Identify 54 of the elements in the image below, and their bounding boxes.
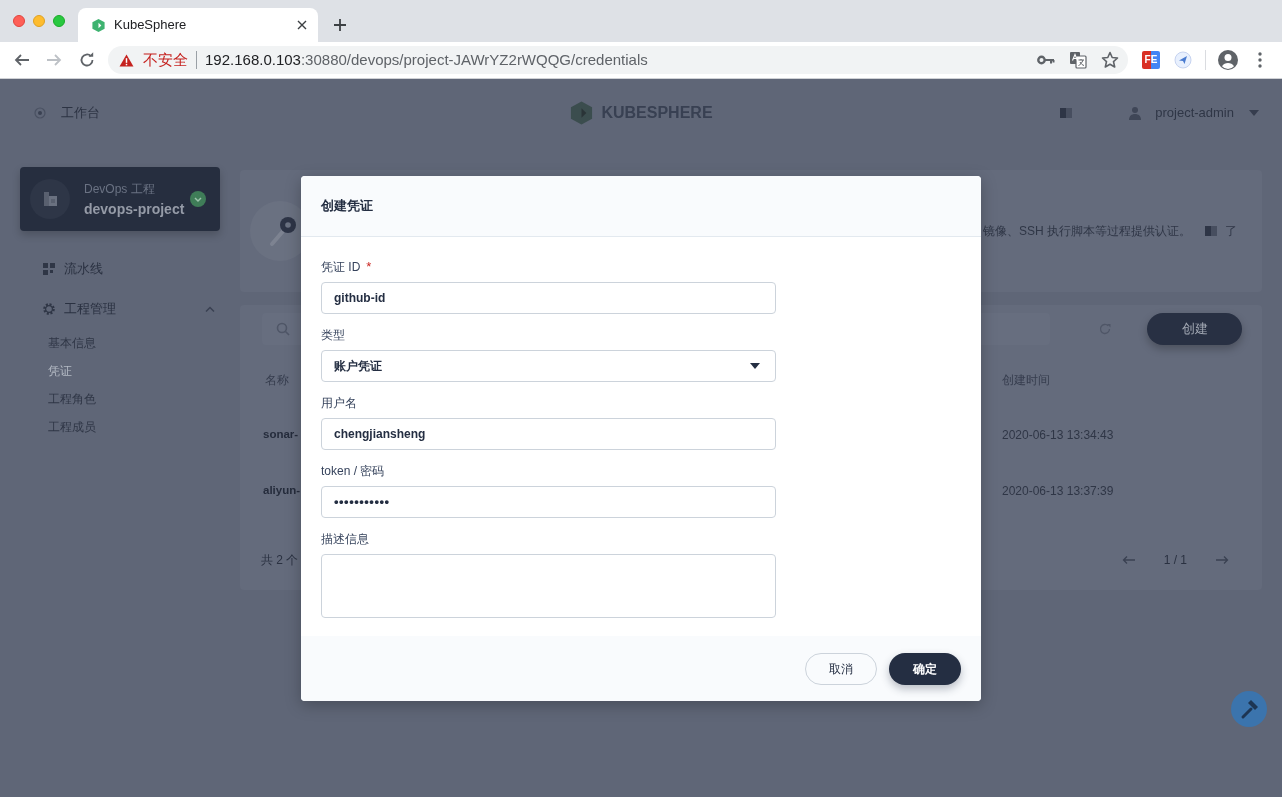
required-mark: * xyxy=(366,258,372,277)
building-icon xyxy=(30,179,70,219)
confirm-button[interactable]: 确定 xyxy=(889,652,961,685)
paper-plane-icon[interactable] xyxy=(1174,51,1192,69)
cancel-button[interactable]: 取消 xyxy=(805,652,877,685)
key-icon[interactable] xyxy=(1037,55,1055,65)
browser-tab[interactable]: KubeSphere xyxy=(78,8,318,42)
sidebar-subitem[interactable]: 凭证 xyxy=(48,362,72,380)
gear-icon xyxy=(43,303,55,315)
chevron-down-circle-icon[interactable] xyxy=(190,191,206,207)
field-label: token / 密码 xyxy=(321,463,385,480)
maximize-window-icon[interactable] xyxy=(53,15,65,27)
field-label: 凭证 ID xyxy=(321,259,361,276)
translate-icon[interactable] xyxy=(1069,51,1087,69)
table-cell-text: sonar- xyxy=(263,427,299,443)
hexagon-logo-icon xyxy=(91,17,106,33)
text-input-field[interactable]: chengjiansheng xyxy=(321,418,776,450)
split-square-icon[interactable] xyxy=(1060,107,1073,119)
table-cell-text: aliyun- xyxy=(263,483,301,499)
text-input-field[interactable]: github-id xyxy=(321,282,776,314)
search-icon xyxy=(276,322,290,336)
star-icon[interactable] xyxy=(1101,51,1119,69)
password-field[interactable]: ••••••••••• xyxy=(321,486,776,518)
create-button[interactable]: 创建 xyxy=(1147,313,1242,345)
close-icon[interactable] xyxy=(297,20,307,30)
security-warning-label[interactable]: 不安全 xyxy=(143,48,188,72)
page-indicator: 1 / 1 xyxy=(1163,552,1187,569)
user-avatar-icon[interactable] xyxy=(1217,49,1239,71)
extension-button[interactable]: FE xyxy=(1142,51,1160,69)
dialog-title: 创建凭证 xyxy=(321,197,373,216)
field-label: 类型 xyxy=(321,327,345,344)
forward-icon xyxy=(46,52,62,68)
url-text: 192.168.0.103:30880/devops/project-JAWrYZ2rWQQG/credentials xyxy=(205,49,648,70)
textarea-field[interactable] xyxy=(321,554,776,618)
split-square-icon xyxy=(1205,225,1217,237)
hexagon-logo-icon xyxy=(569,100,595,126)
close-window-icon[interactable] xyxy=(13,15,25,27)
warning-icon xyxy=(119,53,134,67)
caret-down-icon xyxy=(750,363,760,369)
project-card[interactable]: DevOps 工程 devops-project xyxy=(20,167,220,231)
circle-dot-icon xyxy=(34,107,46,119)
address-bar[interactable]: 不安全 192.168.0.103:30880/devops/project-JAWrYZ2rWQQG/credentials xyxy=(108,46,1128,74)
project-type-label: DevOps 工程 xyxy=(84,180,156,197)
field-label: 描述信息 xyxy=(321,531,369,548)
plus-icon[interactable] xyxy=(333,18,347,32)
select-field[interactable]: 账户凭证 xyxy=(321,350,776,382)
back-icon[interactable] xyxy=(14,52,30,68)
hammer-icon[interactable] xyxy=(1231,691,1267,727)
field-label: 用户名 xyxy=(321,395,357,412)
grid-icon xyxy=(43,263,55,275)
menu-icon[interactable] xyxy=(1258,52,1262,68)
project-name: devops-project xyxy=(84,199,185,218)
user-icon xyxy=(1129,106,1142,120)
reload-icon[interactable] xyxy=(79,52,95,68)
